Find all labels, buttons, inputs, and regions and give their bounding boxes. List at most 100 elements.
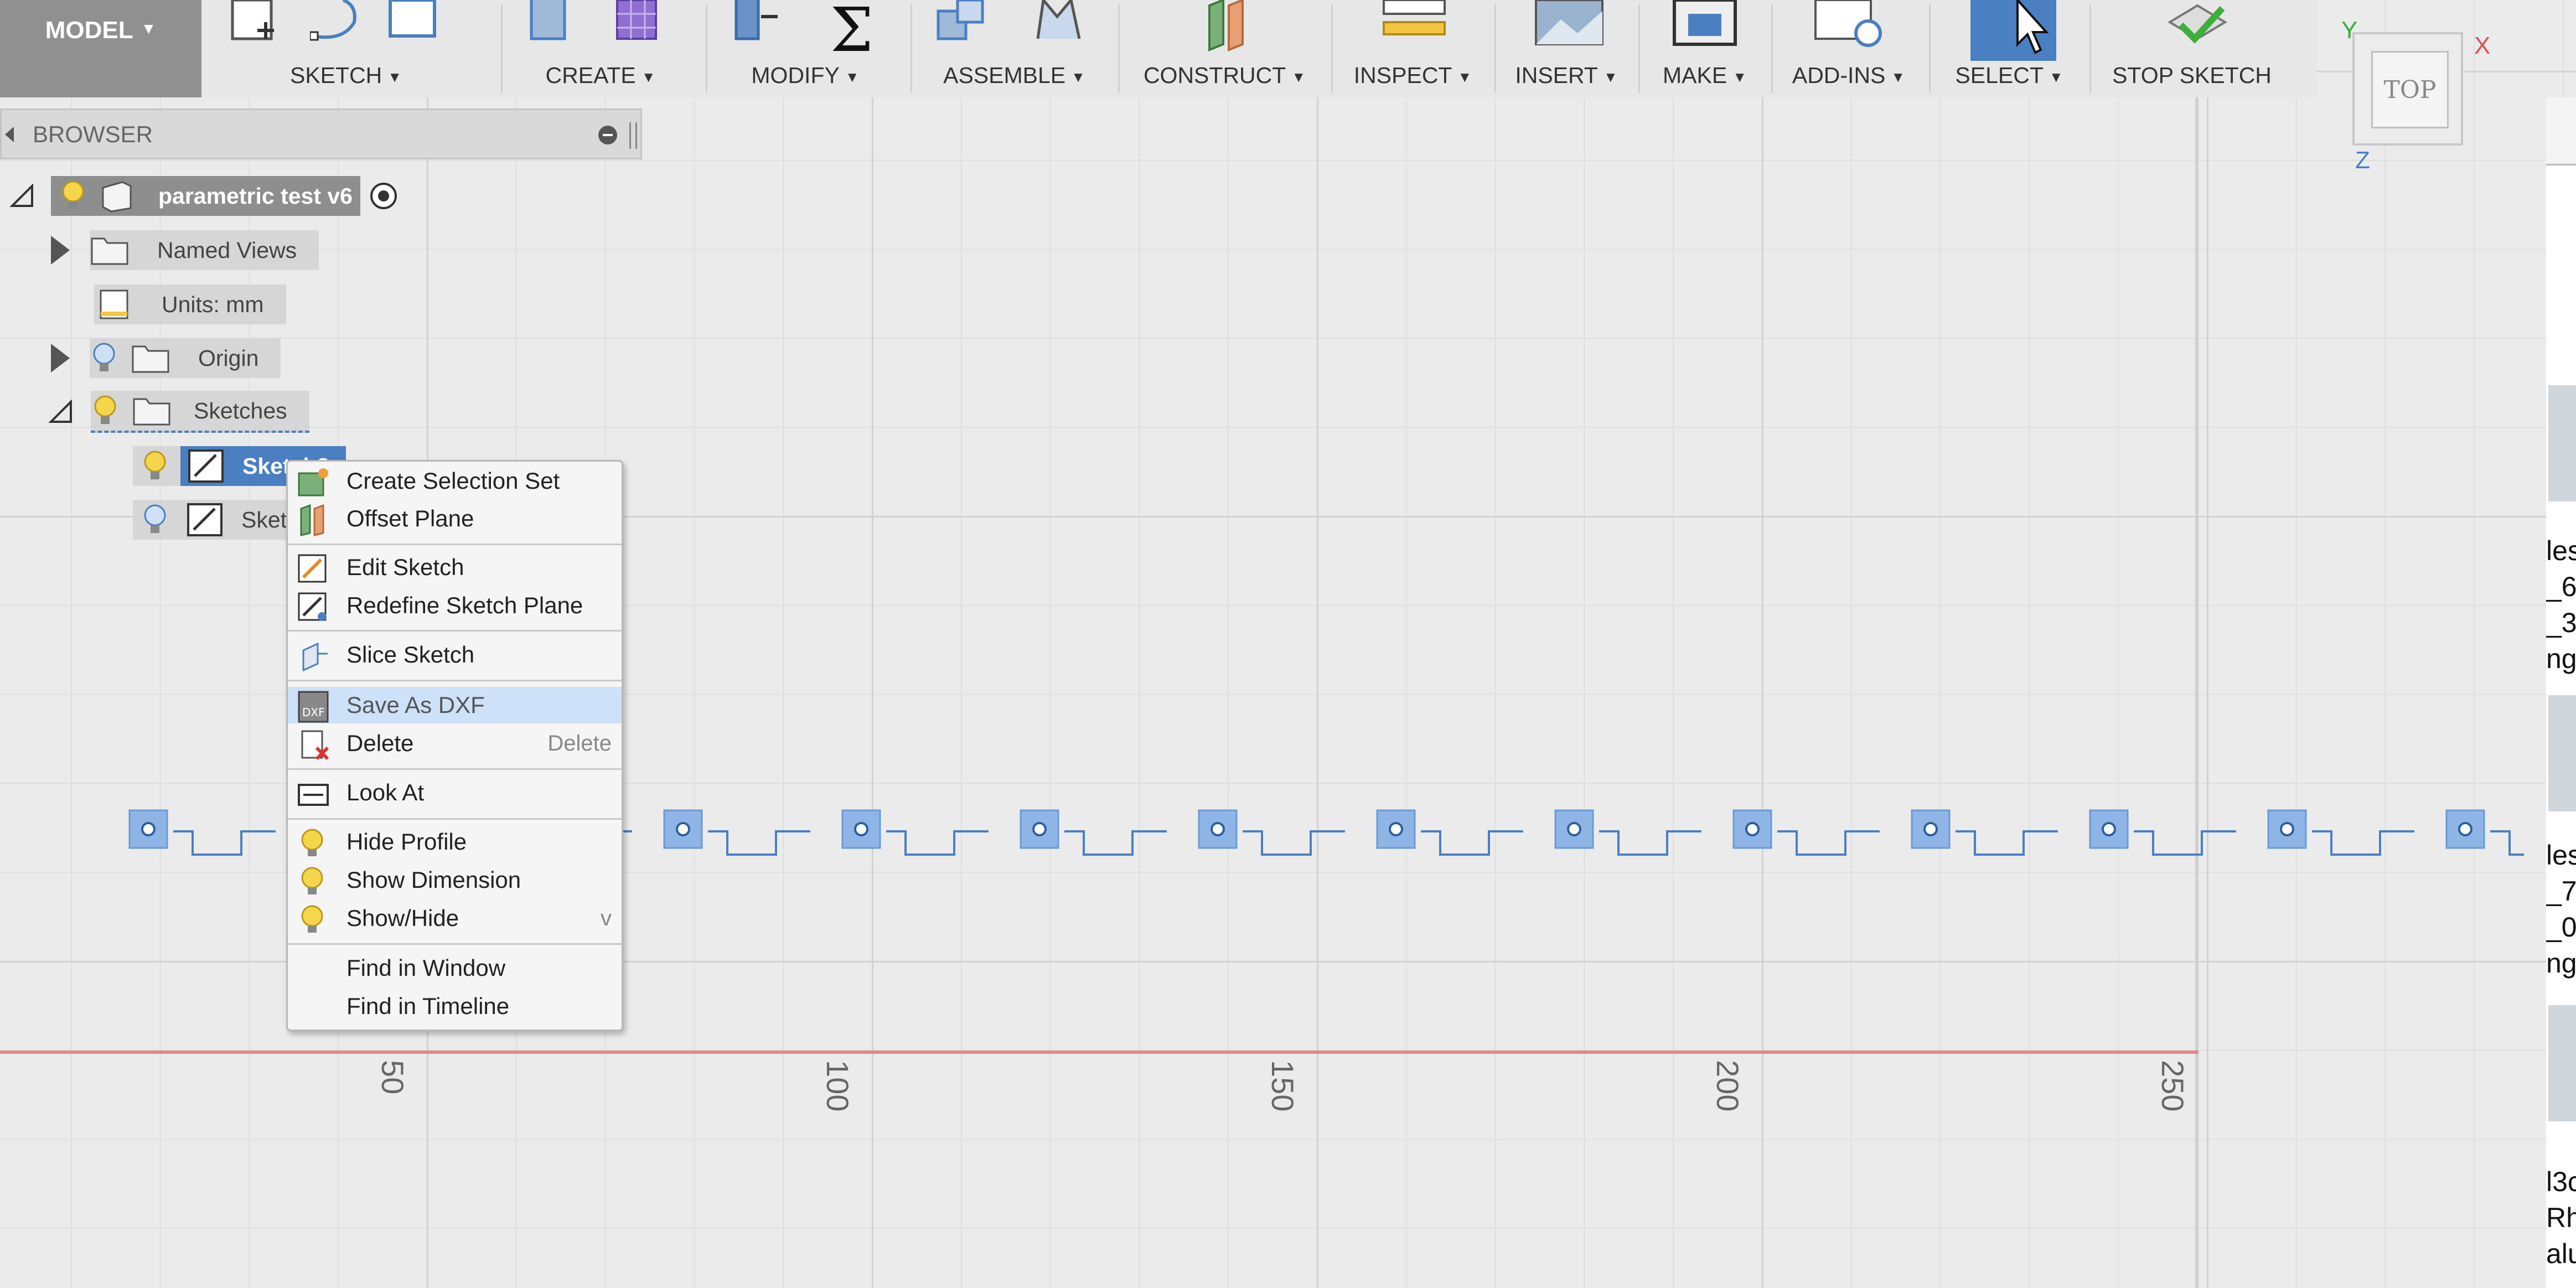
chevron-down-icon: ▼ <box>2049 68 2063 85</box>
expanded-triangle-icon[interactable] <box>10 184 34 208</box>
select-menu[interactable]: SELECT ▼ <box>1940 0 2078 97</box>
menu-item-offset-plane[interactable]: Offset Plane <box>288 500 622 537</box>
sketch-point[interactable] <box>1032 822 1047 836</box>
toolbar-divider <box>2089 4 2091 93</box>
menu-item-label: Create Selection Set <box>346 468 560 494</box>
sketch-point[interactable] <box>2458 822 2472 836</box>
menu-item-label: Redefine Sketch Plane <box>346 592 583 618</box>
thumbnail-image[interactable] <box>2548 385 2576 501</box>
workspace-label: MODEL <box>45 17 133 44</box>
browser-panel-header[interactable]: BROWSER <box>0 108 642 159</box>
joint-icon <box>1036 0 1081 39</box>
assemble-menu[interactable]: ASSEMBLE ▼ <box>922 0 1107 97</box>
toolbar-divider <box>501 4 503 93</box>
menu-divider <box>288 943 622 945</box>
sketch-point[interactable] <box>1745 822 1760 836</box>
delete-icon <box>301 730 329 761</box>
menu-item-show-dimension[interactable]: Show Dimension <box>288 862 622 898</box>
sketch-point[interactable] <box>1211 822 1225 836</box>
browser-item-units[interactable]: Units: mm <box>94 285 286 324</box>
menu-item-find-in-timeline[interactable]: Find in Timeline <box>288 988 622 1025</box>
menu-item-label: Delete <box>346 730 414 756</box>
offset-plane-icon <box>300 504 324 536</box>
toolbar-divider <box>1331 4 1333 93</box>
chevron-down-icon: ▼ <box>141 20 157 37</box>
lightbulb-on-icon[interactable] <box>141 448 169 484</box>
chevron-down-icon: ▼ <box>641 68 656 85</box>
view-cube-top-face[interactable]: TOP <box>2371 51 2449 128</box>
browser-item-sketches[interactable]: Sketches <box>49 391 309 433</box>
lightbulb-icon <box>301 829 323 856</box>
view-cube[interactable]: TOP <box>2352 32 2463 146</box>
main-toolbar: MODEL ▼ SKETCH ▼ CREATE ▼ Σ MODIFY ▼ ASSEMBL… <box>0 0 2316 97</box>
lightbulb-off-icon[interactable] <box>90 340 118 376</box>
menu-item-edit-sketch[interactable]: Edit Sketch <box>288 549 622 586</box>
line-icon <box>310 0 356 41</box>
dxf-icon: DXF <box>298 691 329 723</box>
sketch-point[interactable] <box>2280 822 2294 836</box>
sketch-point[interactable] <box>1923 822 1938 836</box>
sketch-point[interactable] <box>1567 822 1581 836</box>
sketch-point[interactable] <box>141 822 156 836</box>
menu-item-create-selection-set[interactable]: Create Selection Set <box>288 463 622 499</box>
sketch-menu[interactable]: SKETCH ▼ <box>221 0 470 97</box>
press-pull-icon <box>734 0 778 40</box>
modify-menu[interactable]: Σ MODIFY ▼ <box>714 0 897 97</box>
expanded-triangle-icon[interactable] <box>49 400 73 424</box>
right-panel-header <box>2546 97 2576 165</box>
sketch-icon <box>187 503 223 536</box>
construct-menu[interactable]: CONSTRUCT ▼ <box>1132 0 1317 97</box>
panel-text: alu <box>2546 1238 2576 1269</box>
thumbnail-image[interactable] <box>2548 1005 2576 1121</box>
sketch-point[interactable] <box>854 822 868 836</box>
root-component-name: parametric test v6 <box>158 183 353 209</box>
sketch-point[interactable] <box>676 822 690 836</box>
thumbnail-image[interactable] <box>2548 695 2576 811</box>
menu-item-delete[interactable]: Delete Delete <box>288 725 622 762</box>
browser-item-named-views[interactable]: Named Views <box>51 230 319 270</box>
menu-item-show-hide[interactable]: Show/Hide v <box>288 900 622 937</box>
create-menu[interactable]: CREATE ▼ <box>509 0 692 97</box>
scripts-icon <box>1814 0 1882 47</box>
lightbulb-on-icon[interactable] <box>59 178 87 214</box>
make-menu[interactable]: MAKE ▼ <box>1649 0 1760 97</box>
panel-text: les <box>2546 535 2576 566</box>
stop-sketch-button[interactable]: STOP SKETCH <box>2103 0 2280 97</box>
lightbulb-on-icon[interactable] <box>91 393 120 428</box>
collapsed-triangle-icon[interactable] <box>51 344 70 373</box>
sketch-point[interactable] <box>2102 822 2116 836</box>
pattern-icon <box>616 0 657 40</box>
menu-item-find-in-window[interactable]: Find in Window <box>288 950 622 986</box>
workspace-switcher-button[interactable]: MODEL ▼ <box>0 0 201 97</box>
menu-item-label: Hide Profile <box>346 829 467 855</box>
insert-menu[interactable]: INSERT ▼ <box>1506 0 1627 97</box>
extrude-icon <box>530 0 566 40</box>
slice-icon <box>302 642 328 672</box>
units-label: Units: mm <box>162 291 264 317</box>
inspect-menu[interactable]: INSPECT ▼ <box>1342 0 1483 97</box>
toolbar-divider <box>1929 4 1931 93</box>
sketch-icon <box>188 449 224 483</box>
menu-item-save-as-dxf[interactable]: DXF Save As DXF <box>288 687 622 723</box>
menu-item-hide-profile[interactable]: Hide Profile <box>288 824 622 860</box>
lightbulb-off-icon[interactable] <box>141 502 169 537</box>
activate-radio-icon[interactable] <box>367 179 400 213</box>
menu-item-label: Show/Hide <box>346 905 459 931</box>
panel-text: ng <box>2546 643 2576 674</box>
axis-label-200: 200 <box>1710 1060 1745 1112</box>
collapsed-triangle-icon[interactable] <box>51 236 70 265</box>
menu-item-slice-sketch[interactable]: Slice Sketch <box>288 637 622 673</box>
menu-item-look-at[interactable]: Look At <box>288 774 622 811</box>
selection-set-icon <box>298 468 328 496</box>
minimize-icon[interactable] <box>598 126 617 144</box>
new-component-icon <box>937 0 984 40</box>
browser-title: BROWSER <box>33 121 153 147</box>
menu-item-redefine-sketch-plane[interactable]: Redefine Sketch Plane <box>288 587 622 624</box>
panel-resize-handle[interactable] <box>629 122 637 149</box>
right-side-panel: les _6_ _3_ ng les _7_ _0_ ng l3c Rhi al… <box>2546 97 2576 1288</box>
sketch-point[interactable] <box>1389 822 1403 836</box>
browser-root-row[interactable]: parametric test v6 <box>10 176 400 216</box>
collapse-left-icon[interactable] <box>5 127 14 142</box>
add-ins-menu[interactable]: ADD-INS ▼ <box>1782 0 1915 97</box>
browser-item-origin[interactable]: Origin <box>51 338 281 378</box>
